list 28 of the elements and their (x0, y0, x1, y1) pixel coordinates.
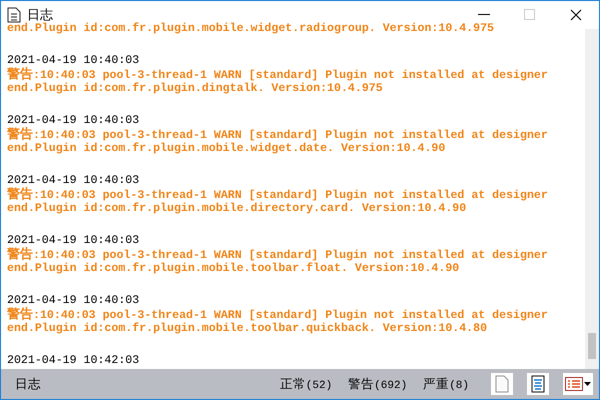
scrollbar[interactable] (585, 29, 599, 369)
log-timestamp: 2021-04-19 10:42:03 (7, 354, 140, 368)
blank-page-button[interactable] (491, 373, 513, 395)
minimize-icon (478, 14, 490, 16)
text-page-button[interactable] (527, 373, 549, 395)
status-label: 日志 (15, 376, 42, 392)
log-timestamp: 2021-04-19 10:40:03 (7, 234, 140, 247)
caret-icon (584, 382, 591, 386)
log-message: 警告:10:40:03 pool-3-thread-1 WARN [standard] Plugin not installed at designer (7, 128, 549, 142)
log-timestamp: 2021-04-19 10:40:03 (7, 174, 140, 187)
log-message: 警告:10:40:03 pool-3-thread-1 WARN [standard] Plugin not installed at designer (7, 248, 549, 262)
log-message: end.Plugin id:com.fr.plugin.mobile.widget.date. Version:10.4.90 (7, 142, 446, 156)
document-icon (7, 7, 21, 23)
log-message: 警告:10:40:03 pool-3-thread-1 WARN [standard] Plugin not installed at designer (7, 68, 549, 82)
log-message: end.Plugin id:com.fr.plugin.mobile.toolbar.float. Version:10.4.90 (7, 262, 460, 276)
close-icon (570, 9, 582, 21)
log-timestamp: 2021-04-19 10:40:03 (7, 114, 140, 127)
log-message: 警告:10:40:03 pool-3-thread-1 WARN [standard] Plugin not installed at designer (7, 188, 549, 202)
log-message: end.Plugin id:com.fr.plugin.mobile.toolbar.quickback. Version:10.4.80 (7, 322, 488, 336)
log-timestamp: 2021-04-19 10:40:03 (7, 54, 140, 67)
log-timestamp: 2021-04-19 10:40:03 (7, 294, 140, 307)
log-message: end.Plugin id:com.fr.plugin.mobile.directory.card. Version:10.4.90 (7, 202, 468, 216)
log-message: end.Plugin id:com.fr.plugin.dingtalk. Version:10.4.975 (7, 82, 384, 96)
log-message: 警告:10:40:03 pool-3-thread-1 WARN [standard] Plugin not installed at designer (7, 308, 549, 322)
maximize-icon (524, 9, 536, 21)
log-message: end.Plugin id:com.fr.plugin.mobile.widget.radiogroup. Version:10.4.975 (7, 22, 496, 36)
window-title: 日志 (27, 7, 53, 23)
list-dropdown-button[interactable] (563, 373, 593, 395)
